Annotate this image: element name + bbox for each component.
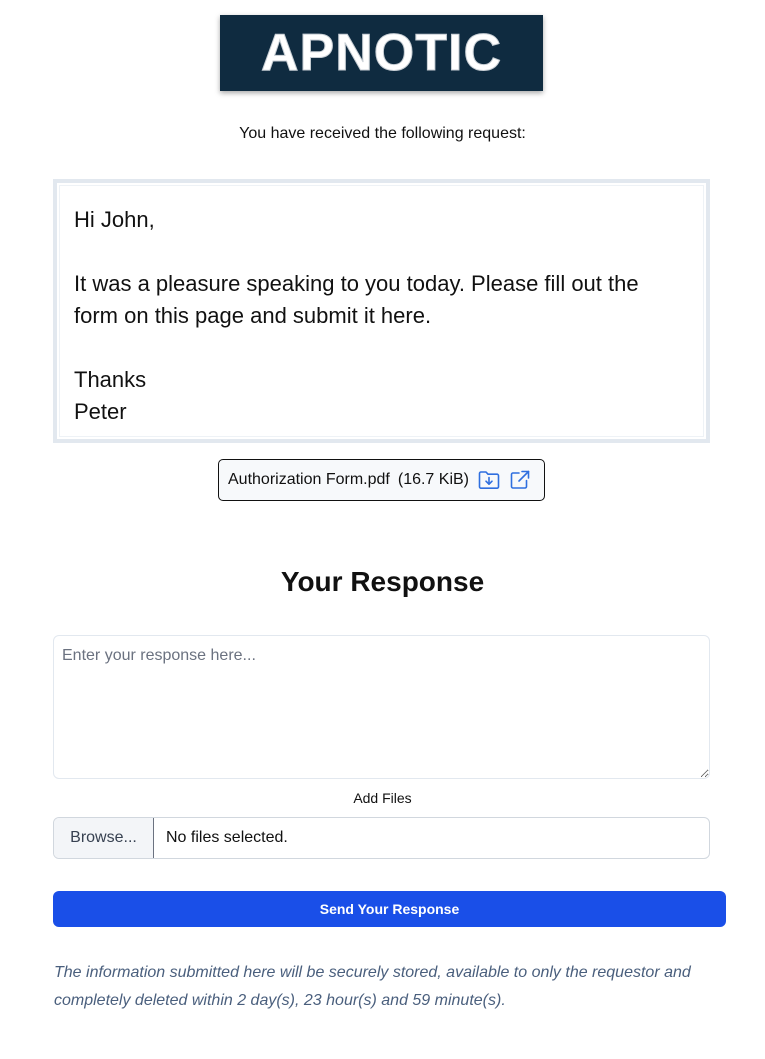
company-logo: APNOTIC	[220, 15, 543, 91]
attachment-filename: Authorization Form.pdf	[228, 471, 390, 488]
response-title: Your Response	[280, 566, 485, 597]
attachment-size: (16.7 KiB)	[397, 471, 469, 488]
logo-text: APNOTIC	[261, 24, 502, 82]
message-body: It was a pleasure speaking to you today.…	[74, 271, 639, 328]
browse-button[interactable]: Browse...	[54, 818, 154, 858]
file-input[interactable]: Browse... No files selected.	[53, 817, 710, 859]
request-message-box: Hi John, It was a pleasure speaking to y…	[53, 179, 710, 443]
folder-download-icon[interactable]	[478, 470, 500, 490]
add-files-label: Add Files	[353, 790, 412, 806]
logo-wordmark: APNOTIC	[261, 24, 502, 83]
message-greeting: Hi John,	[74, 207, 155, 232]
request-intro: You have received the following request:	[239, 125, 526, 142]
external-link-icon[interactable]	[509, 469, 531, 491]
send-response-button[interactable]: Send Your Response	[53, 891, 726, 927]
response-textarea[interactable]	[53, 635, 710, 779]
retention-notice: The information submitted here will be s…	[54, 964, 691, 1009]
attachment-chip[interactable]: Authorization Form.pdf (16.7 KiB)	[218, 459, 545, 501]
message-signoff: Thanks Peter	[74, 367, 147, 424]
request-message: Hi John, It was a pleasure speaking to y…	[59, 185, 704, 437]
file-selection-status: No files selected.	[166, 829, 288, 846]
